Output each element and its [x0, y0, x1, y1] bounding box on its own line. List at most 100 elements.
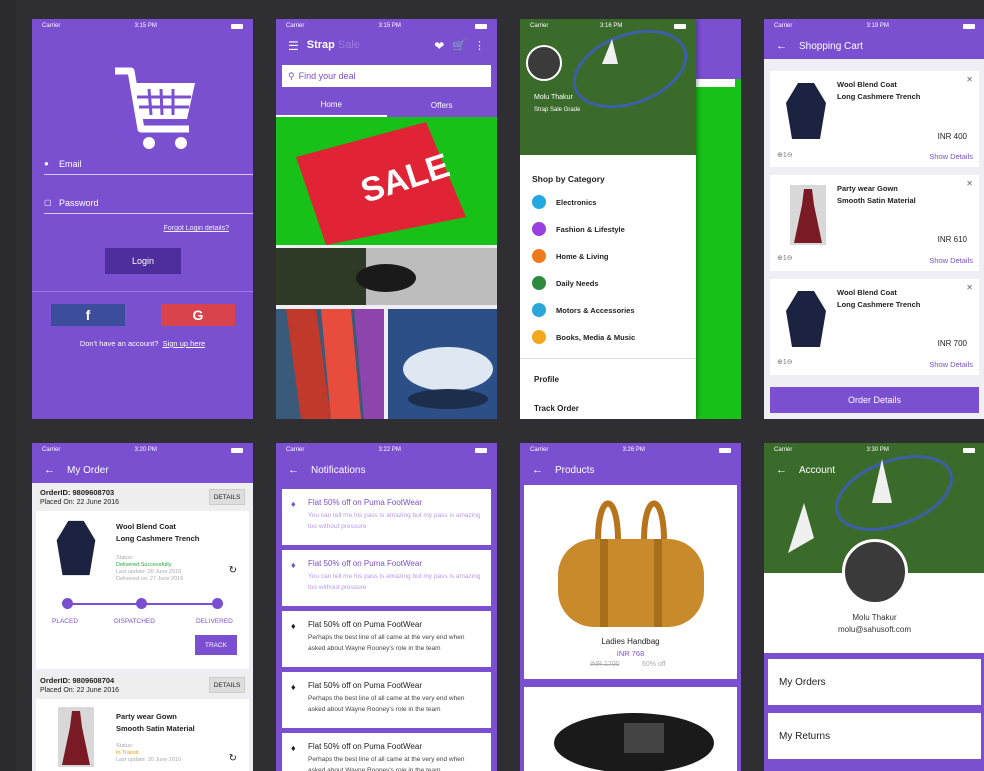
- page-title: Notifications: [311, 464, 366, 476]
- step-dispatched-label: DISPATCHED: [114, 618, 155, 625]
- facebook-login-button[interactable]: f: [51, 304, 125, 326]
- status-bar: Carrier 3:15 PM: [32, 19, 253, 33]
- menu-my-returns[interactable]: My Returns: [768, 713, 981, 759]
- menu-icon[interactable]: ☰: [288, 39, 299, 53]
- bell-icon: ♦: [291, 682, 296, 692]
- status-bar: Carrier 3:20 PM: [32, 443, 253, 457]
- back-arrow-icon[interactable]: ←: [44, 464, 55, 476]
- drawer-divider: [520, 358, 696, 359]
- carrier-label: Carrier: [774, 23, 793, 29]
- time-label: 3:19 PM: [866, 23, 889, 29]
- user-icon: ●: [44, 159, 49, 168]
- item-subname: Smooth Satin Material: [116, 724, 195, 733]
- account-email: molu@sahusoft.com: [837, 625, 912, 634]
- login-button[interactable]: Login: [105, 248, 181, 274]
- step-delivered-dot: [212, 598, 223, 609]
- remove-icon[interactable]: ✕: [966, 179, 973, 188]
- notifications-app-bar: ← Notifications: [276, 457, 497, 483]
- products-app-bar: ← Products: [520, 457, 741, 483]
- notification-item[interactable]: ♦ Flat 50% off on Puma FootWear You can te…: [282, 489, 491, 545]
- search-input[interactable]: ⚲ Find your deal: [282, 65, 491, 87]
- drawer-screen: 🛒⋮ Molu Thakur Strap Sale Grade Carrier3…: [520, 19, 741, 419]
- remove-icon[interactable]: ✕: [966, 283, 973, 292]
- sale-banner-image: SALE: [276, 117, 497, 245]
- category-motors[interactable]: Motors & Accessories: [532, 303, 635, 317]
- heart-icon[interactable]: ❤: [434, 39, 444, 53]
- carrier-label: Carrier: [42, 23, 61, 29]
- product-card[interactable]: [524, 687, 737, 771]
- order-placed: Placed On: 22 June 2016: [40, 499, 120, 506]
- show-details-link[interactable]: Show Details: [929, 256, 973, 265]
- refresh-icon[interactable]: ↻: [229, 565, 237, 576]
- details-button[interactable]: DETAILS: [209, 677, 245, 693]
- product-discount: 60% off: [642, 661, 666, 668]
- menu-my-orders[interactable]: My Orders: [768, 659, 981, 705]
- back-arrow-icon[interactable]: ←: [776, 40, 787, 52]
- notification-item[interactable]: ♦ Flat 50% off on Puma FootWear Perhaps th…: [282, 611, 491, 667]
- google-login-button[interactable]: G: [161, 304, 235, 326]
- quantity-stepper[interactable]: ⊕1⊖: [777, 151, 793, 159]
- back-arrow-icon[interactable]: ←: [532, 464, 543, 476]
- category-books[interactable]: Books, Media & Music: [532, 330, 635, 344]
- avatar[interactable]: [842, 539, 908, 605]
- drawer-header-image: Molu Thakur Strap Sale Grade: [520, 19, 696, 155]
- email-field[interactable]: ● Email: [44, 153, 253, 175]
- category-fashion[interactable]: Fashion & Lifestyle: [532, 222, 625, 236]
- belt-image: [534, 693, 728, 771]
- tab-home[interactable]: Home: [276, 93, 387, 117]
- show-details-link[interactable]: Show Details: [929, 152, 973, 161]
- signup-link[interactable]: Sign up here: [163, 339, 206, 348]
- bell-icon: ♦: [291, 560, 296, 570]
- password-placeholder: Password: [59, 197, 99, 208]
- cart-icon[interactable]: 🛒: [452, 39, 466, 52]
- back-arrow-icon[interactable]: ←: [776, 464, 787, 476]
- quantity-stepper[interactable]: ⊕1⊖: [777, 254, 793, 262]
- page-title: My Order: [67, 464, 109, 476]
- remove-icon[interactable]: ✕: [966, 75, 973, 84]
- more-icon[interactable]: ⋮: [474, 39, 485, 52]
- tab-offers[interactable]: Offers: [387, 93, 498, 117]
- carrier-label: Carrier: [530, 23, 549, 29]
- forgot-login-link[interactable]: Forgot Login details?: [164, 225, 229, 232]
- battery-icon: [474, 23, 487, 29]
- details-button[interactable]: DETAILS: [209, 489, 245, 505]
- signup-row: Don't have an account? Sign up here: [32, 339, 253, 348]
- carrier-label: Carrier: [530, 447, 549, 453]
- coat-image: [786, 291, 826, 347]
- time-label: 3:15 PM: [134, 23, 157, 29]
- order-details-button[interactable]: Order Details: [770, 387, 979, 413]
- show-details-link[interactable]: Show Details: [929, 360, 973, 369]
- drawer-profile-link[interactable]: Profile: [534, 375, 559, 384]
- status-bar: Carrier 3:30 PM: [764, 443, 984, 457]
- drawer-user-subtitle: Strap Sale Grade: [534, 107, 581, 113]
- orders-app-bar: ← My Order: [32, 457, 253, 483]
- quantity-stepper[interactable]: ⊕1⊖: [777, 358, 793, 366]
- product-card[interactable]: Ladies Handbag INR 768 INR 1700 60% off: [524, 485, 737, 679]
- notification-item[interactable]: ♦ Flat 50% off on Puma FootWear Perhaps th…: [282, 733, 491, 771]
- cart-app-bar: ← Shopping Cart: [764, 33, 984, 59]
- order-id: OrderID: 9809608703: [40, 488, 115, 497]
- category-home[interactable]: Home & Living: [532, 249, 609, 263]
- notification-title: Flat 50% off on Puma FootWear: [308, 681, 422, 690]
- refresh-icon[interactable]: ↻: [229, 753, 237, 764]
- status-text: In Transit: [116, 750, 139, 756]
- step-placed-dot: [62, 598, 73, 609]
- notification-item[interactable]: ♦ Flat 50% off on Puma FootWear You can te…: [282, 550, 491, 606]
- orders-screen: Carrier 3:20 PM ← My Order OrderID: 980960…: [32, 443, 253, 771]
- category-daily-needs[interactable]: Daily Needs: [532, 276, 599, 290]
- time-label: 3:26 PM: [622, 447, 645, 453]
- track-button[interactable]: TRACK: [195, 635, 237, 655]
- status-bar: Carrier 3:19 PM: [764, 19, 984, 33]
- order-header: OrderID: 9809608703 Placed On: 22 June 20…: [36, 485, 249, 509]
- category-electronics[interactable]: Electronics: [532, 195, 596, 209]
- status-bar: Carrier 3:26 PM: [520, 443, 741, 457]
- search-icon: ⚲: [288, 70, 295, 81]
- left-strip: [0, 0, 16, 771]
- back-arrow-icon[interactable]: ←: [288, 464, 299, 476]
- drawer-heading: Shop by Category: [532, 174, 605, 184]
- notification-item[interactable]: ♦ Flat 50% off on Puma FootWear Perhaps th…: [282, 672, 491, 728]
- last-update: Last update: 26 June 2016: [116, 569, 182, 575]
- password-field[interactable]: ▢ Password: [44, 192, 253, 214]
- drawer-track-order-link[interactable]: Track Order: [534, 404, 579, 413]
- fashion-icon: [532, 222, 546, 236]
